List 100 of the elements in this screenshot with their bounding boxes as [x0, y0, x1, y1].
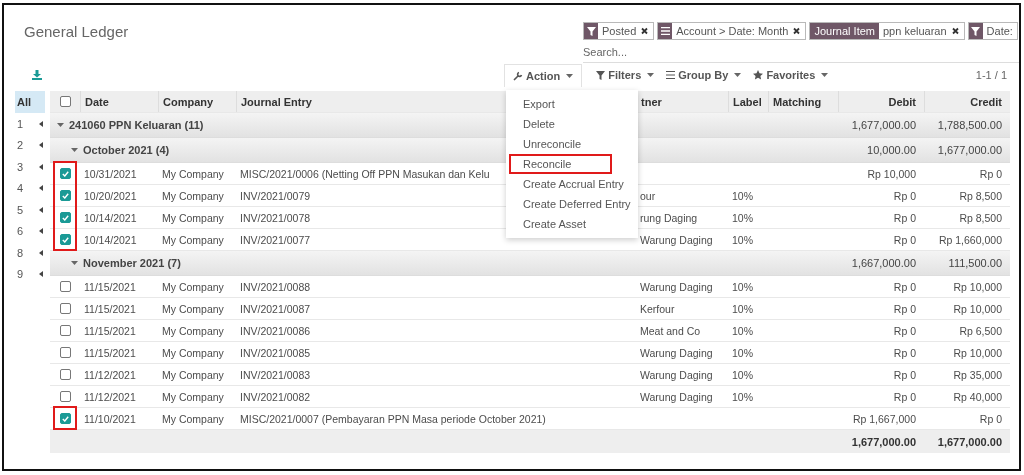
group-total: 1,677,000.00	[851, 119, 916, 131]
menu-item[interactable]: Create Deferred Entry	[509, 194, 635, 214]
table-cell: Rp 6,500	[959, 324, 1002, 337]
list-icon	[666, 71, 676, 79]
menu-item[interactable]: Unreconcile	[509, 134, 635, 154]
table-cell: INV/2021/0088	[240, 280, 311, 293]
index-item[interactable]: 3	[15, 156, 45, 178]
checkbox[interactable]	[59, 413, 71, 424]
table-cell: Rp 0	[893, 211, 916, 224]
group-label[interactable]: November 2021 (7)	[83, 257, 181, 269]
caret-down-icon	[734, 73, 742, 77]
table-cell: 10%	[732, 280, 753, 293]
menu-item[interactable]: Delete	[509, 114, 635, 134]
checkbox[interactable]	[59, 303, 71, 314]
search-field[interactable]: Search...	[583, 40, 1019, 63]
column-header[interactable]: Label	[733, 95, 762, 108]
table-cell-text: My Company	[161, 211, 225, 224]
table-cell: Rp 0	[979, 412, 1002, 425]
table-cell: INV/2021/0085	[240, 346, 311, 359]
table-cell-text: 11/15/2021	[83, 302, 137, 315]
caret-left-icon	[39, 163, 43, 170]
table-cell: Rp 0	[893, 302, 916, 315]
checkbox[interactable]	[59, 347, 71, 358]
menu-item[interactable]: Export	[509, 94, 635, 114]
search-facet[interactable]: Posted	[583, 22, 655, 40]
group-total: 1,788,500.00	[937, 119, 1002, 131]
menu-item[interactable]: Create Asset	[509, 214, 635, 234]
table-cell: rung Daging	[640, 211, 698, 224]
checkbox[interactable]	[59, 281, 71, 292]
column-header[interactable]: Journal Entry	[241, 95, 312, 108]
table-cell: INV/2021/0078	[240, 211, 311, 224]
checkbox[interactable]	[59, 212, 71, 223]
menu-item[interactable]: Create Accrual Entry	[509, 174, 635, 194]
facet-value: Account > Date: Month	[675, 24, 790, 39]
index-item[interactable]: 2	[15, 134, 45, 156]
caret-left-icon	[39, 228, 43, 235]
table-cell: INV/2021/0086	[240, 324, 311, 337]
index-item[interactable]: 1	[15, 113, 45, 135]
table-cell-text: My Company	[161, 302, 225, 315]
checkbox[interactable]	[59, 234, 71, 245]
column-header[interactable]: Date	[85, 95, 109, 108]
caret-left-icon	[39, 185, 43, 192]
favorites-button[interactable]: Favorites	[747, 65, 835, 85]
caret-left-icon	[39, 271, 43, 278]
index-item[interactable]: 6	[15, 220, 45, 242]
search-facet[interactable]: Account > Date: Month	[657, 22, 807, 40]
index-all[interactable]: All	[15, 91, 45, 113]
table-cell-text: My Company	[161, 280, 225, 293]
group-by-button[interactable]: Group By	[660, 65, 748, 85]
action-button[interactable]: Action	[504, 63, 583, 87]
table-cell-text: My Company	[161, 390, 225, 403]
table-cell: MISC/2021/0006 (Netting Off PPN Masukan dan Kelu	[240, 167, 490, 180]
caret-left-icon	[39, 142, 43, 149]
table-cell: Rp 8,500	[959, 211, 1002, 224]
table-cell-text: 11/10/2021	[83, 412, 137, 425]
table-cell: 10%	[732, 390, 753, 403]
table-cell: Rp 0	[893, 368, 916, 381]
wrench-icon	[513, 70, 523, 81]
checkbox[interactable]	[59, 96, 71, 107]
table-cell: 10%	[732, 346, 753, 359]
column-header[interactable]: tner	[641, 95, 662, 108]
page-title: General Ledger	[24, 23, 129, 40]
table-cell: Rp 35,000	[953, 368, 1002, 381]
search-facet[interactable]: Date:	[967, 22, 1018, 40]
group-label[interactable]: 241060 PPN Keluaran (11)	[69, 119, 204, 131]
table-cell: Meat and Co	[640, 324, 701, 337]
menu-item[interactable]: Reconcile	[509, 154, 612, 174]
table-cell: Warung Daging	[640, 368, 713, 381]
caret-left-icon	[39, 120, 43, 127]
table-cell: 10%	[732, 302, 753, 315]
table-cell: Rp 0	[893, 189, 916, 202]
filter-icon	[968, 23, 983, 39]
index-item[interactable]: 8	[15, 242, 45, 264]
group-label[interactable]: October 2021 (4)	[83, 144, 170, 156]
column-header[interactable]: Company	[163, 95, 214, 108]
table-cell: Rp 8,500	[959, 189, 1002, 202]
checkbox[interactable]	[59, 190, 71, 201]
caret-left-icon	[39, 249, 43, 256]
caret-down-icon	[647, 73, 655, 77]
search-facet[interactable]: Journal Item ppn keluaran	[809, 22, 965, 40]
column-header[interactable]: Debit	[888, 95, 916, 108]
checkbox[interactable]	[59, 391, 71, 402]
group-total: 10,000.00	[867, 144, 916, 156]
column-header[interactable]: Matching	[773, 95, 822, 108]
facet-value: ppn keluaran	[882, 24, 948, 39]
index-item[interactable]: 4	[15, 177, 45, 199]
table-cell: Rp 0	[893, 280, 916, 293]
pager-text: 1-1 / 1	[975, 69, 1007, 81]
table-cell-text: My Company	[161, 167, 225, 180]
filters-button[interactable]: Filters	[590, 65, 661, 85]
group-total: 1,677,000.00	[937, 144, 1002, 156]
table-cell: Warung Daging	[640, 280, 713, 293]
table-cell: Rp 10,000	[867, 167, 916, 180]
index-item[interactable]: 5	[15, 199, 45, 221]
column-header[interactable]: Credit	[970, 95, 1002, 108]
checkbox[interactable]	[59, 168, 71, 179]
checkbox[interactable]	[59, 325, 71, 336]
checkbox[interactable]	[59, 369, 71, 380]
download-icon[interactable]	[32, 70, 42, 80]
index-item[interactable]: 9	[15, 263, 45, 285]
